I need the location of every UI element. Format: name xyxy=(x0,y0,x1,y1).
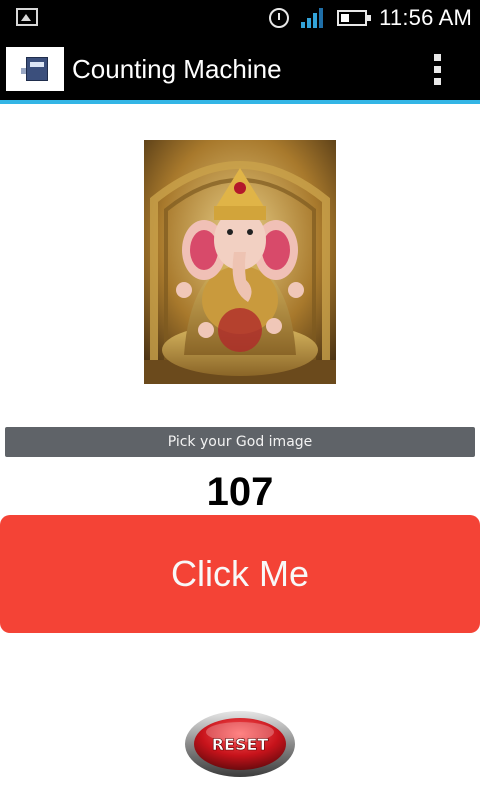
count-display: 107 xyxy=(206,470,274,514)
gallery-notification-icon xyxy=(16,8,38,26)
app-title: Counting Machine xyxy=(72,54,282,84)
app-logo-icon xyxy=(6,47,64,91)
signal-icon xyxy=(301,8,325,28)
reset-button[interactable]: RESET xyxy=(184,710,296,778)
overflow-menu-icon[interactable] xyxy=(430,52,444,88)
click-me-button[interactable]: Click Me xyxy=(0,515,480,633)
action-bar-divider xyxy=(0,100,480,104)
status-icons: 11:56 AM xyxy=(269,4,472,32)
reset-button-label: RESET xyxy=(212,735,269,754)
battery-icon xyxy=(337,10,372,26)
pick-god-image-button[interactable]: Pick your God image xyxy=(5,427,475,457)
status-bar: 11:56 AM xyxy=(0,0,480,36)
reset-button-graphic: RESET xyxy=(185,711,295,777)
alarm-icon xyxy=(269,8,290,28)
status-time: 11:56 AM xyxy=(379,5,472,30)
god-image xyxy=(144,140,336,384)
